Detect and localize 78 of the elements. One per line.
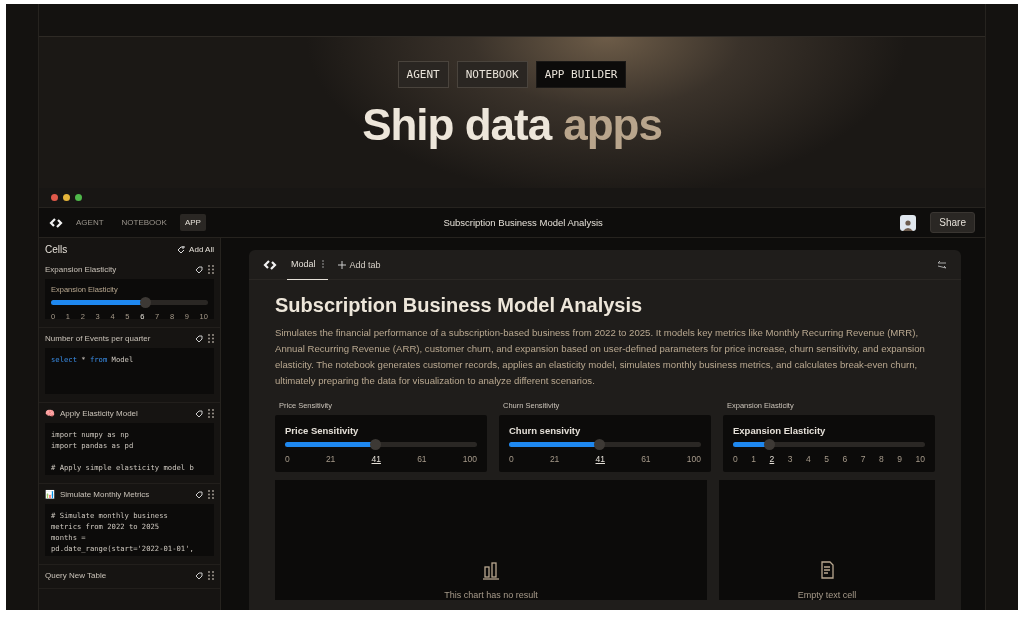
- mode-tab[interactable]: APP: [179, 214, 206, 231]
- drag-handle-icon[interactable]: [208, 490, 214, 499]
- slider-tick-label: 21: [549, 454, 560, 464]
- slider-tick-label: 61: [417, 454, 427, 464]
- slider-label: Expansion Elasticity: [733, 425, 827, 436]
- slider-tick-label: 3: [787, 454, 793, 464]
- slider-track[interactable]: [509, 442, 701, 447]
- slider-label: Churn sensivity: [509, 425, 582, 436]
- plus-icon: [337, 260, 346, 269]
- slider-tick-label: 100: [686, 454, 701, 464]
- slider-thumb[interactable]: [140, 297, 152, 308]
- slider-tick-label: 6: [842, 454, 848, 464]
- tag-icon[interactable]: [195, 409, 203, 418]
- emoji-icon: 📊: [45, 490, 55, 499]
- emoji-icon: 🧠: [45, 409, 55, 418]
- mode-button[interactable]: NOTEBOOK: [456, 61, 528, 88]
- drag-handle-icon[interactable]: [208, 334, 214, 343]
- page-tab[interactable]: Modal: [287, 249, 328, 280]
- slider-tick-label: 41: [595, 454, 605, 464]
- minimize-dot-icon[interactable]: [63, 194, 70, 201]
- close-dot-icon[interactable]: [51, 194, 58, 201]
- drag-handle-icon[interactable]: [208, 571, 214, 580]
- person-silhouette-icon: [903, 218, 914, 231]
- empty-message: Empty text cell: [797, 590, 857, 600]
- cell-title: Apply Elasticity Model: [60, 409, 139, 418]
- add-tab-button[interactable]: Add tab: [337, 259, 381, 270]
- slider-tick-label: 61: [641, 454, 651, 464]
- logo-icon: [49, 217, 63, 228]
- slider-track[interactable]: [285, 442, 477, 447]
- slider-tick-label: 7: [860, 454, 866, 464]
- slider-tick-label: 4: [806, 454, 811, 464]
- tag-icon[interactable]: [195, 334, 203, 343]
- mode-button[interactable]: APP BUILDER: [535, 61, 627, 88]
- slider-tick-label: 10: [915, 454, 925, 464]
- drag-handle-icon[interactable]: [208, 409, 214, 418]
- slider-tick-label: 100: [462, 454, 477, 464]
- share-button[interactable]: Share: [930, 212, 975, 233]
- avatar-icon[interactable]: [900, 214, 917, 231]
- slider-thumb[interactable]: [594, 439, 606, 450]
- mode-tab[interactable]: AGENT: [71, 214, 109, 231]
- tag-icon[interactable]: [195, 265, 203, 274]
- cell-title: Number of Events per quarter: [45, 334, 152, 343]
- bar-chart-icon: [481, 560, 501, 580]
- cell-title: Expansion Elasticity: [45, 265, 118, 274]
- slider-tick-label: 0: [509, 454, 514, 464]
- add-cell-icon: [177, 245, 187, 254]
- slider-label: Price Sensitivity: [285, 425, 360, 436]
- more-icon[interactable]: [321, 260, 324, 268]
- drag-handle-icon[interactable]: [208, 265, 214, 274]
- cell-title: Simulate Monthly Metrics: [60, 490, 151, 499]
- slider-thumb[interactable]: [764, 439, 776, 450]
- mode-tab[interactable]: NOTEBOOK: [116, 214, 172, 231]
- app-title: Subscription Business Model Analysis: [275, 294, 644, 317]
- slider-tick-label: 0: [285, 454, 290, 464]
- slider-tick-label: 8: [879, 454, 884, 464]
- mode-button[interactable]: AGENT: [397, 61, 449, 88]
- logo-icon: [263, 259, 277, 270]
- tag-icon[interactable]: [195, 490, 203, 499]
- slider-tick-label: 1: [751, 454, 756, 464]
- headline: Ship data apps: [362, 100, 662, 150]
- slider-track[interactable]: [733, 442, 925, 447]
- sidebar-title: Cells: [45, 244, 68, 255]
- slider-tick-label: 41: [371, 454, 381, 464]
- cell-title: Query New Table: [45, 571, 108, 580]
- swap-arrows-icon[interactable]: [937, 260, 947, 269]
- slider-tick-label: 5: [824, 454, 829, 464]
- slider-tick-label: 2: [769, 454, 775, 464]
- slider-thumb[interactable]: [370, 439, 382, 450]
- document-title: Subscription Business Model Analysis: [442, 217, 604, 228]
- add-all-button[interactable]: Add All: [177, 245, 214, 254]
- tag-icon[interactable]: [195, 571, 203, 580]
- empty-message: This chart has no result: [444, 590, 538, 600]
- slider-tick-label: 21: [325, 454, 336, 464]
- slider-track[interactable]: [51, 300, 208, 305]
- app-description: Simulates the financial performance of a subscription-based business from 2022 to 2025. It models key metrics like Monthly Recurring Revenue (MRR), Annual Recurring Revenue (ARR), customer churn, and expansion based on user-defined parameters for price increase, churn sensitivity, and expansion elasticity. The notebook generates customer records, applies an elasticity model, simulates monthly business metrics, and calculates break-even churn, ultimately preparing the data for visualization to analyze different scenarios.: [275, 326, 926, 388]
- slider-tick-label: 0: [733, 454, 738, 464]
- maximize-dot-icon[interactable]: [75, 194, 82, 201]
- slider-tick-label: 9: [897, 454, 902, 464]
